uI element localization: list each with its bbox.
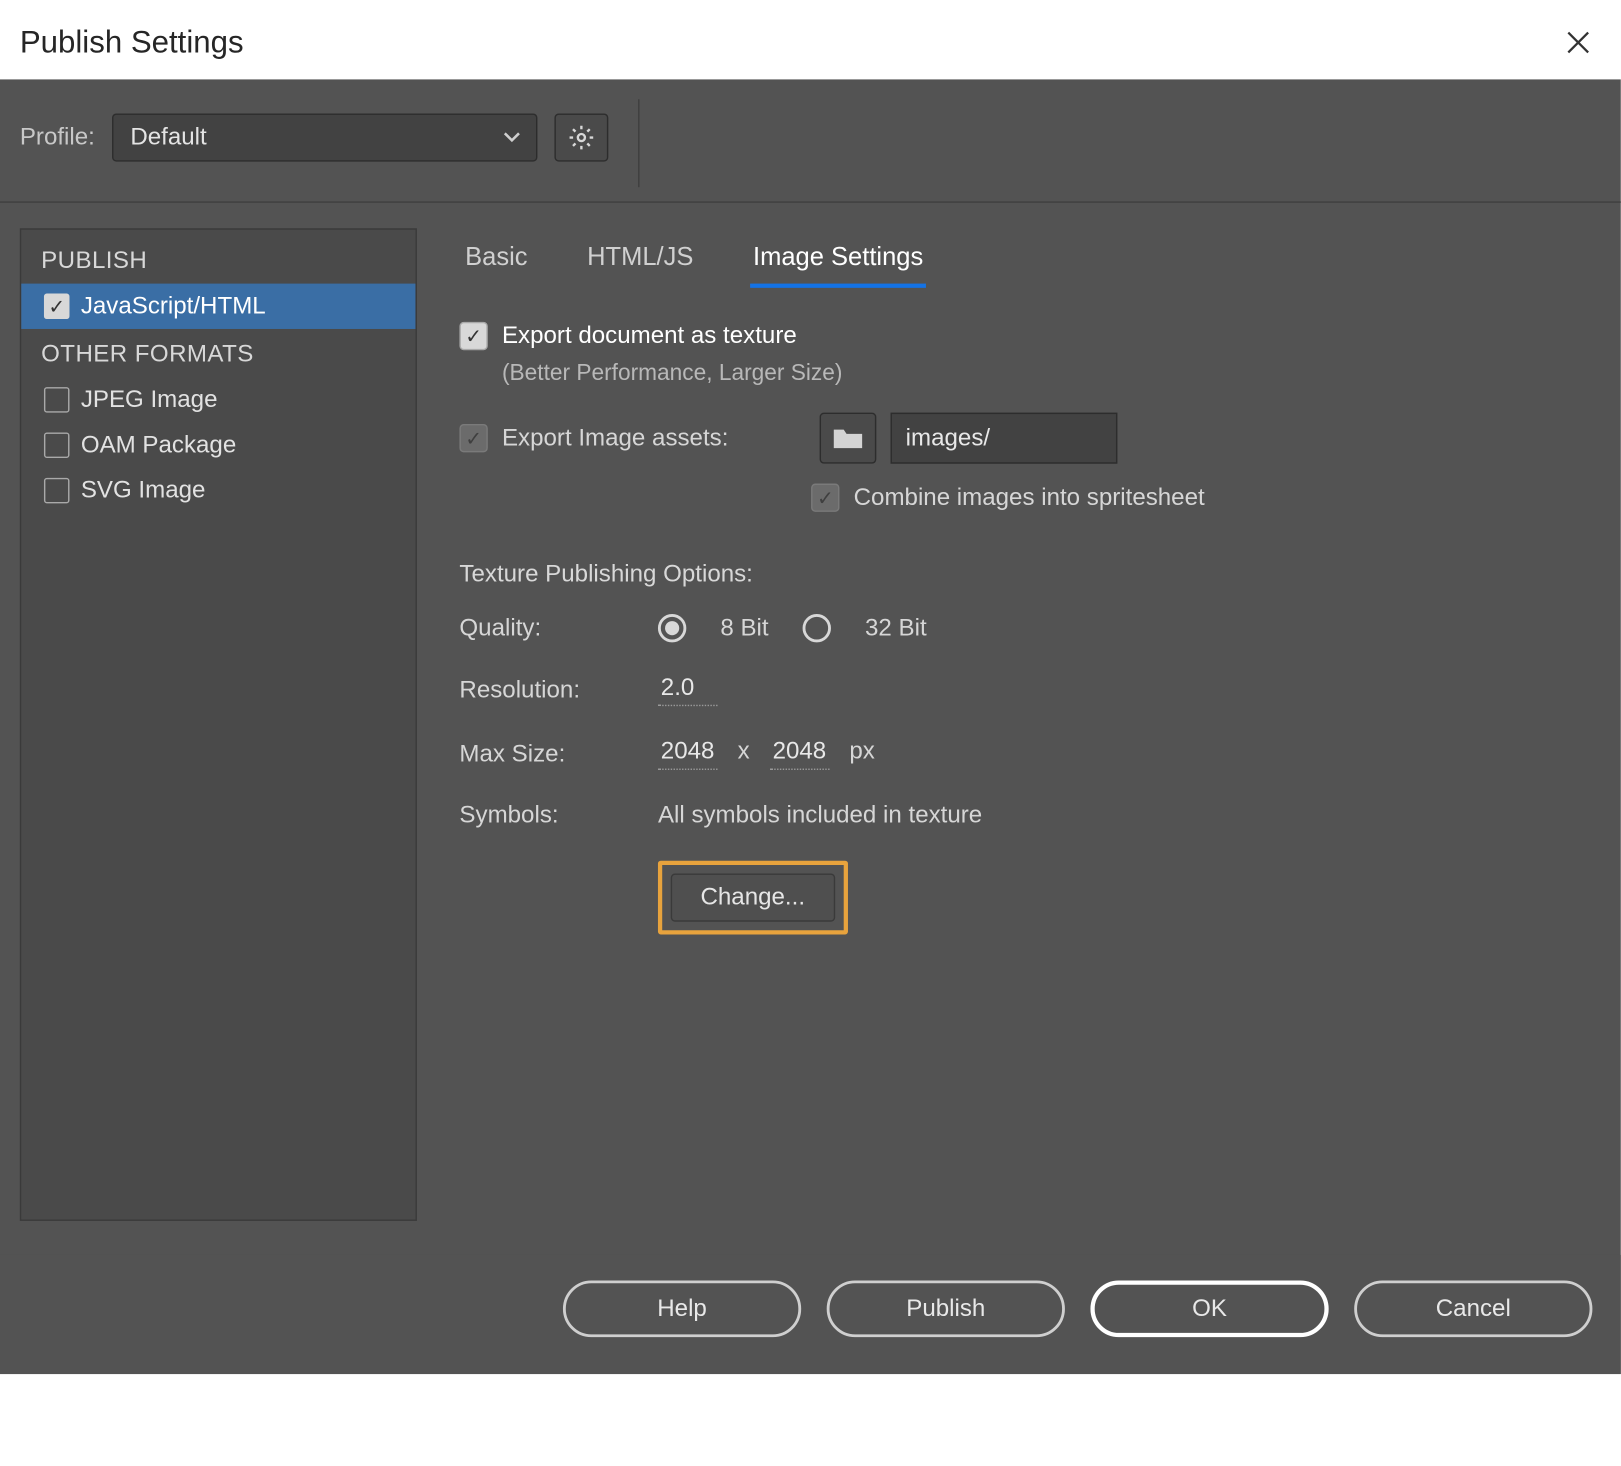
sidebar-item-label: JPEG Image — [81, 386, 218, 414]
quality-32bit-radio[interactable] — [803, 614, 831, 642]
images-path-input[interactable] — [890, 413, 1117, 464]
texture-options-heading: Texture Publishing Options: — [459, 560, 1592, 588]
gear-icon — [567, 123, 595, 151]
footer: Help Publish OK Cancel — [0, 1255, 1621, 1374]
change-button[interactable]: Change... — [671, 873, 835, 921]
tab-htmljs[interactable]: HTML/JS — [584, 234, 696, 288]
checkbox-icon[interactable] — [44, 478, 70, 504]
profile-row: Profile: Default — [0, 79, 1621, 202]
sidebar-header-other: OTHER FORMATS — [21, 329, 415, 377]
sidebar-item-label: JavaScript/HTML — [81, 292, 266, 320]
publish-button[interactable]: Publish — [827, 1280, 1065, 1337]
x-separator: x — [738, 737, 750, 764]
sidebar-item-svg[interactable]: SVG Image — [21, 468, 415, 513]
combine-checkbox — [811, 484, 839, 512]
combine-row: Combine images into spritesheet — [459, 484, 1592, 512]
help-button[interactable]: Help — [563, 1280, 801, 1337]
symbols-value: All symbols included in texture — [658, 801, 1592, 829]
max-height-value[interactable]: 2048 — [770, 737, 830, 770]
tab-image-settings[interactable]: Image Settings — [750, 234, 926, 288]
quality-radios: 8 Bit 32 Bit — [658, 614, 1592, 642]
change-highlight: Change... — [658, 861, 848, 935]
export-texture-label: Export document as texture — [502, 322, 797, 350]
max-width-value[interactable]: 2048 — [658, 737, 718, 770]
export-texture-row: Export document as texture — [459, 322, 1592, 350]
sidebar-item-oam[interactable]: OAM Package — [21, 423, 415, 468]
sidebar-item-jshtml[interactable]: JavaScript/HTML — [21, 284, 415, 329]
cancel-button[interactable]: Cancel — [1354, 1280, 1592, 1337]
maxsize-label: Max Size: — [459, 739, 658, 767]
profile-value: Default — [130, 123, 206, 151]
chevron-down-icon — [502, 130, 522, 144]
profile-label: Profile: — [20, 123, 95, 151]
px-label: px — [849, 737, 874, 764]
titlebar: Publish Settings — [0, 0, 1621, 79]
symbols-label: Symbols: — [459, 801, 658, 829]
quality-label: Quality: — [459, 614, 658, 642]
sidebar-item-jpeg[interactable]: JPEG Image — [21, 377, 415, 422]
checkbox-icon[interactable] — [44, 432, 70, 458]
resolution-value[interactable]: 2.0 — [658, 674, 718, 707]
quality-8bit-label: 8 Bit — [720, 614, 768, 642]
close-icon[interactable] — [1553, 23, 1604, 63]
export-assets-label: Export Image assets: — [502, 424, 728, 452]
checkbox-icon[interactable] — [44, 387, 70, 413]
checkbox-icon[interactable] — [44, 294, 70, 320]
export-texture-hint: (Better Performance, Larger Size) — [459, 362, 1592, 388]
quality-8bit-radio[interactable] — [658, 614, 686, 642]
content-panel: Basic HTML/JS Image Settings Export docu… — [451, 228, 1601, 1221]
export-assets-row: Export Image assets: — [459, 413, 1592, 464]
sidebar-item-label: OAM Package — [81, 431, 236, 459]
tabs: Basic HTML/JS Image Settings — [459, 234, 1592, 288]
folder-icon — [832, 425, 863, 451]
ok-button[interactable]: OK — [1090, 1280, 1328, 1337]
browse-folder-button[interactable] — [819, 413, 876, 464]
export-texture-checkbox[interactable] — [459, 322, 487, 350]
sidebar: PUBLISH JavaScript/HTML OTHER FORMATS JP… — [20, 228, 417, 1221]
tab-basic[interactable]: Basic — [462, 234, 530, 288]
export-assets-checkbox — [459, 424, 487, 452]
sidebar-item-label: SVG Image — [81, 476, 206, 504]
sidebar-header-publish: PUBLISH — [21, 235, 415, 283]
resolution-label: Resolution: — [459, 676, 658, 704]
profile-select[interactable]: Default — [112, 113, 537, 161]
window-title: Publish Settings — [20, 24, 244, 61]
combine-label: Combine images into spritesheet — [854, 484, 1205, 512]
profile-settings-button[interactable] — [554, 113, 608, 161]
quality-32bit-label: 32 Bit — [865, 614, 927, 642]
